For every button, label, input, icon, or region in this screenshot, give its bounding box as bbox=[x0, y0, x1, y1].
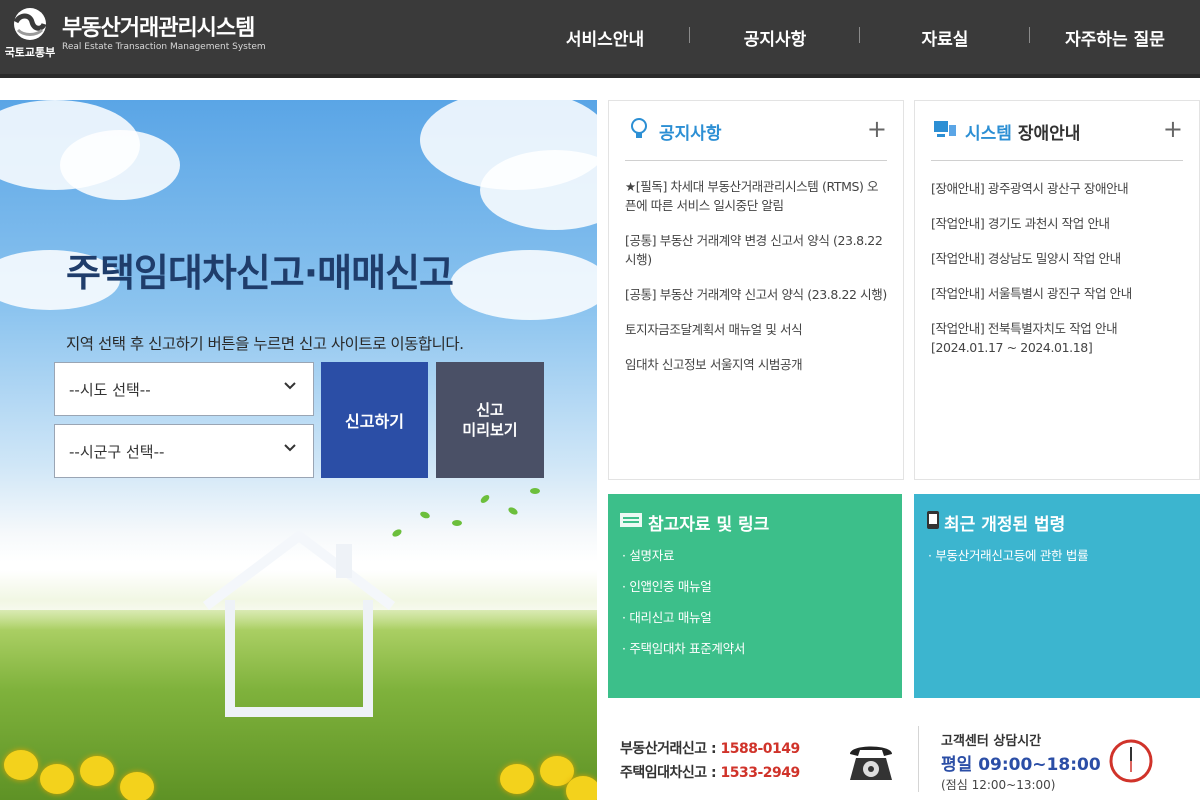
chevron-down-icon bbox=[284, 444, 296, 452]
system-more-button[interactable]: + bbox=[1163, 115, 1183, 143]
recent-laws-list: · 부동산거래신고등에 관한 법률 bbox=[928, 546, 1089, 577]
notice-panel: 공지사항 + ★[필독] 차세대 부동산거래관리시스템 (RTMS) 오픈에 따… bbox=[608, 100, 904, 480]
flower-decoration bbox=[566, 776, 597, 800]
preview-label-line2: 미리보기 bbox=[462, 421, 518, 439]
system-panel-header: 시스템 장애안내 + bbox=[931, 115, 1183, 161]
flower-decoration bbox=[500, 764, 534, 794]
notice-item[interactable]: [공통] 부동산 거래계약 변경 신고서 양식 (23.8.22 시행) bbox=[625, 231, 889, 269]
reference-link[interactable]: · 인앱인증 매뉴얼 bbox=[622, 577, 745, 597]
preview-label-line1: 신고 bbox=[476, 401, 504, 419]
system-notice-list: [장애안내] 광주광역시 광산구 장애안내 [작업안내] 경기도 과천시 작업 … bbox=[931, 179, 1189, 373]
hero-title: 주택임대차신고·매매신고 bbox=[66, 251, 454, 295]
government-emblem-icon bbox=[13, 8, 47, 40]
law-link[interactable]: · 부동산거래신고등에 관한 법률 bbox=[928, 546, 1089, 566]
recent-laws-box: 최근 개정된 법령 · 부동산거래신고등에 관한 법률 bbox=[914, 494, 1200, 698]
hero-description: 지역 선택 후 신고하기 버튼을 누르면 신고 사이트로 이동합니다. bbox=[66, 335, 464, 353]
lightbulb-icon bbox=[631, 118, 647, 138]
references-list: · 설명자료 · 인앱인증 매뉴얼 · 대리신고 매뉴얼 · 주택임대차 표준계… bbox=[622, 546, 745, 670]
notice-panel-header: 공지사항 + bbox=[625, 115, 887, 161]
references-title: 참고자료 및 링크 bbox=[648, 515, 770, 535]
report-preview-button[interactable]: 신고 미리보기 bbox=[436, 362, 544, 478]
report-button[interactable]: 신고하기 bbox=[321, 362, 428, 478]
sido-select[interactable]: --시도 선택-- bbox=[54, 362, 314, 416]
cloud-decoration bbox=[60, 130, 180, 200]
contact-divider bbox=[918, 726, 919, 792]
sido-select-value: --시도 선택-- bbox=[69, 380, 151, 399]
header-bar: 국토교통부 부동산거래관리시스템 Real Estate Transaction… bbox=[0, 0, 1200, 74]
nav-notices[interactable]: 공지사항 bbox=[690, 25, 860, 50]
nav-resources[interactable]: 자료실 bbox=[860, 25, 1030, 50]
reference-link[interactable]: · 대리신고 매뉴얼 bbox=[622, 608, 745, 628]
system-notice-item[interactable]: [작업안내] 경기도 과천시 작업 안내 bbox=[931, 214, 1189, 233]
telephone-icon bbox=[850, 746, 892, 780]
leaf-decoration bbox=[530, 488, 540, 494]
nav-faq[interactable]: 자주하는 질문 bbox=[1030, 25, 1200, 50]
notice-title[interactable]: 공지사항 bbox=[659, 119, 722, 144]
notice-more-button[interactable]: + bbox=[867, 115, 887, 143]
monitor-icon bbox=[934, 121, 956, 137]
realestate-number: 1588-0149 bbox=[720, 741, 801, 757]
cloud-decoration bbox=[450, 250, 597, 320]
references-box: 참고자료 및 링크 · 설명자료 · 인앱인증 매뉴얼 · 대리신고 매뉴얼 ·… bbox=[608, 494, 902, 698]
notice-item[interactable]: [공통] 부동산 거래계약 신고서 양식 (23.8.22 시행) bbox=[625, 285, 889, 304]
system-notice-item[interactable]: [작업안내] 서울특별시 광진구 작업 안내 bbox=[931, 284, 1189, 303]
leaf-decoration bbox=[507, 505, 519, 517]
flower-decoration bbox=[4, 750, 38, 780]
leaf-decoration bbox=[479, 493, 491, 505]
hours-label: 고객센터 상담시간 bbox=[941, 734, 1042, 749]
house-outline-illustration bbox=[202, 531, 396, 717]
flower-decoration bbox=[80, 756, 114, 786]
phone-device-icon bbox=[927, 511, 939, 529]
recent-laws-title: 최근 개정된 법령 bbox=[944, 515, 1066, 535]
header-divider bbox=[0, 74, 1200, 78]
ministry-name: 국토교통부 bbox=[4, 46, 56, 59]
system-title-highlight: 시스템 bbox=[965, 124, 1012, 144]
chevron-down-icon bbox=[284, 382, 296, 390]
notice-item[interactable]: 토지자금조달계획서 매뉴얼 및 서식 bbox=[625, 320, 889, 339]
hours-lunch: (점심 12:00~13:00) bbox=[941, 778, 1056, 792]
hours-weekday: 평일 09:00~18:00 bbox=[941, 755, 1101, 775]
notice-item[interactable]: 임대차 신고정보 서울지역 시범공개 bbox=[625, 355, 889, 374]
document-icon bbox=[620, 513, 642, 527]
sigungu-select-value: --시군구 선택-- bbox=[69, 442, 165, 461]
lease-number: 1533-2949 bbox=[720, 765, 801, 781]
notice-item[interactable]: ★[필독] 차세대 부동산거래관리시스템 (RTMS) 오픈에 따른 서비스 일… bbox=[625, 177, 889, 215]
system-title-rest: 장애안내 bbox=[1011, 124, 1081, 144]
clock-icon bbox=[1109, 739, 1153, 783]
system-notice-panel: 시스템 장애안내 + [장애안내] 광주광역시 광산구 장애안내 [작업안내] … bbox=[914, 100, 1200, 480]
sigungu-select[interactable]: --시군구 선택-- bbox=[54, 424, 314, 478]
notice-list: ★[필독] 차세대 부동산거래관리시스템 (RTMS) 오픈에 따른 서비스 일… bbox=[625, 177, 889, 390]
nav-service-guide[interactable]: 서비스안내 bbox=[520, 25, 690, 50]
system-notice-item[interactable]: [작업안내] 경상남도 밀양시 작업 안내 bbox=[931, 249, 1189, 268]
realestate-label: 부동산거래신고 : bbox=[620, 741, 721, 757]
system-panel-title[interactable]: 시스템 장애안내 bbox=[965, 119, 1080, 144]
realestate-phone: 부동산거래신고 : 1588-0149 bbox=[620, 738, 800, 758]
lease-phone: 주택임대차신고 : 1533-2949 bbox=[620, 762, 800, 782]
flower-decoration bbox=[40, 764, 74, 794]
leaf-decoration bbox=[452, 520, 462, 526]
flower-decoration bbox=[120, 772, 154, 800]
main-nav: 서비스안내 공지사항 자료실 자주하는 질문 bbox=[520, 0, 1200, 74]
system-title[interactable]: 부동산거래관리시스템 bbox=[62, 10, 255, 42]
system-subtitle: Real Estate Transaction Management Syste… bbox=[62, 42, 266, 52]
leaf-decoration bbox=[419, 510, 431, 520]
reference-link[interactable]: · 설명자료 bbox=[622, 546, 745, 566]
lease-label: 주택임대차신고 : bbox=[620, 765, 721, 781]
contact-strip: 부동산거래신고 : 1588-0149 주택임대차신고 : 1533-2949 … bbox=[608, 710, 1200, 800]
hero-banner: 주택임대차신고·매매신고 지역 선택 후 신고하기 버튼을 누르면 신고 사이트… bbox=[0, 100, 597, 800]
reference-link[interactable]: · 주택임대차 표준계약서 bbox=[622, 639, 745, 659]
system-notice-item[interactable]: [장애안내] 광주광역시 광산구 장애안내 bbox=[931, 179, 1189, 198]
system-notice-item[interactable]: [작업안내] 전북특별자치도 작업 안내 [2024.01.17 ~ 2024.… bbox=[931, 319, 1189, 357]
